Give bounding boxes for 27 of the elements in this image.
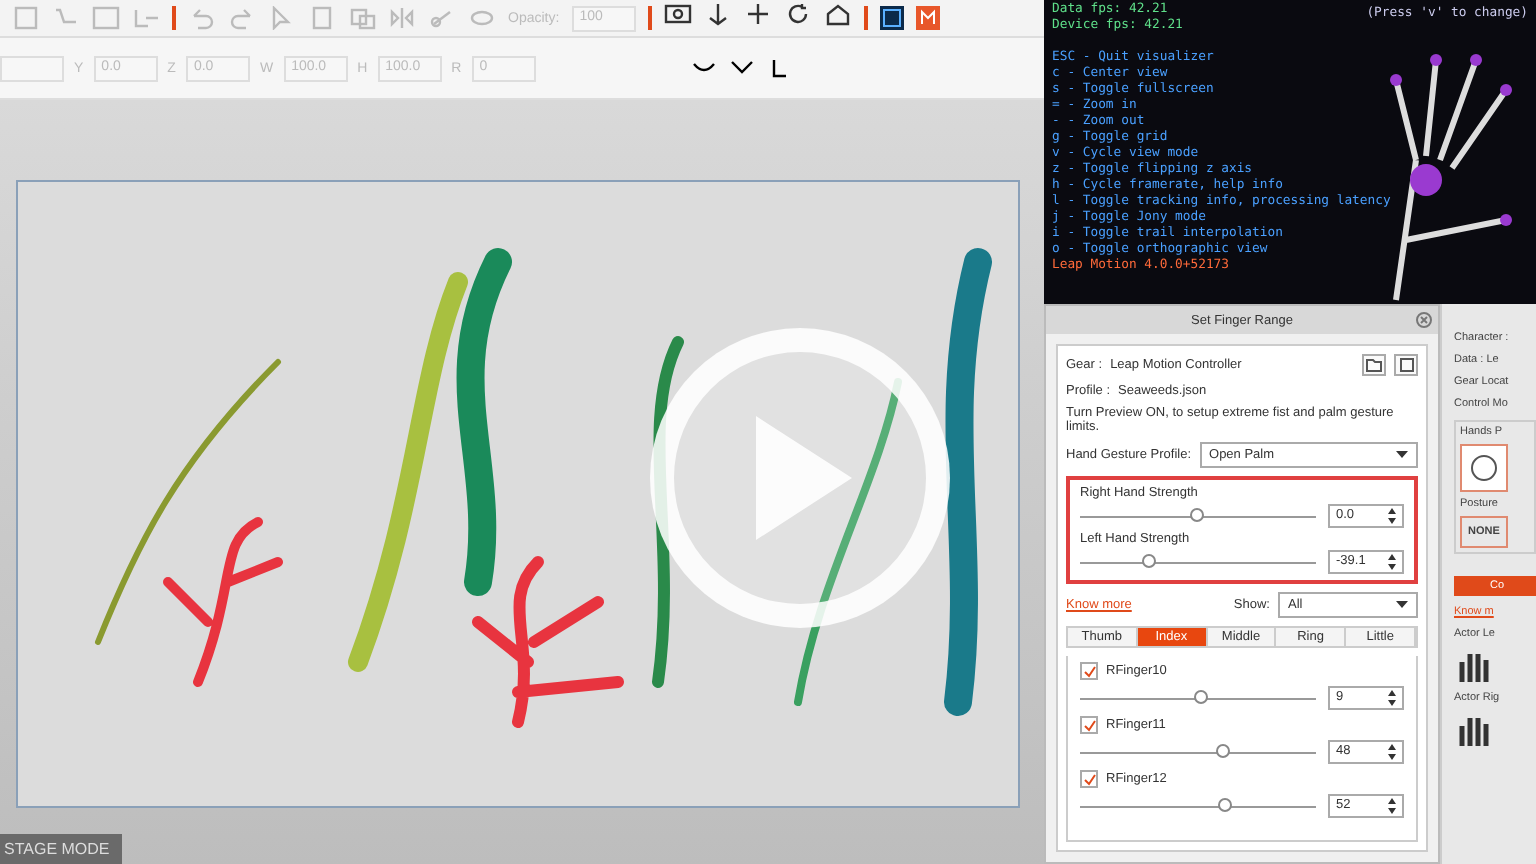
spin-arrows-icon[interactable] xyxy=(1388,744,1396,760)
slider-thumb[interactable] xyxy=(1218,797,1233,811)
folder-button[interactable] xyxy=(1362,354,1386,376)
move-icon[interactable] xyxy=(743,2,772,26)
photoshop-app-icon[interactable] xyxy=(879,6,904,30)
app-logo-icon[interactable] xyxy=(915,6,940,30)
close-icon[interactable] xyxy=(1416,312,1432,328)
spin-arrows-icon[interactable] xyxy=(1388,798,1396,814)
slider-thumb[interactable] xyxy=(1190,507,1204,521)
checkbox[interactable] xyxy=(1080,770,1098,788)
stage-mode-label: STAGE MODE xyxy=(0,834,122,864)
folder-icon xyxy=(1366,358,1382,372)
checkbox[interactable] xyxy=(1080,716,1098,734)
slider-thumb[interactable] xyxy=(1194,689,1209,703)
caret-icon xyxy=(1396,448,1408,460)
rotate-icon[interactable] xyxy=(783,2,812,26)
spin-arrows-icon[interactable] xyxy=(1388,508,1396,524)
slider-thumb[interactable] xyxy=(1215,743,1230,757)
caret-icon xyxy=(1396,598,1408,610)
save-button[interactable] xyxy=(1394,354,1418,376)
spin-arrows-icon[interactable] xyxy=(1388,690,1396,706)
home-icon[interactable] xyxy=(823,2,852,26)
checkbox[interactable] xyxy=(1080,662,1098,680)
slider-thumb[interactable] xyxy=(1142,553,1157,567)
coordinate-field[interactable] xyxy=(0,55,64,81)
camera-icon[interactable] xyxy=(663,2,692,26)
spin-arrows-icon[interactable] xyxy=(1388,554,1396,570)
